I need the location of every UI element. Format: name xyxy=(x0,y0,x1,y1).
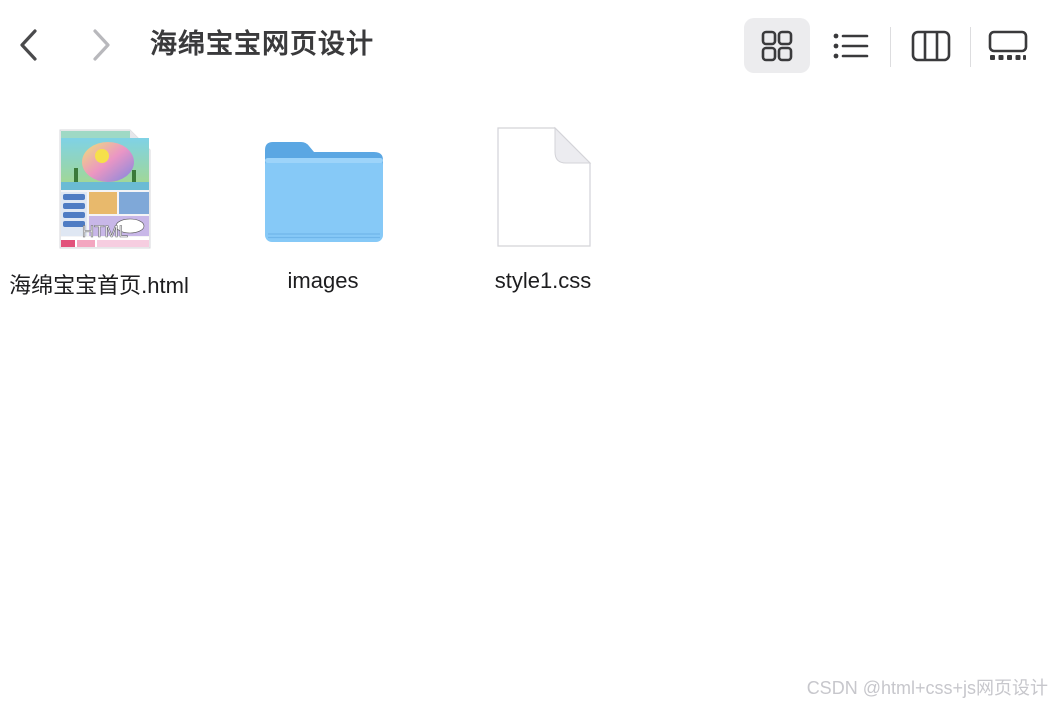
window-title: 海绵宝宝网页设计 xyxy=(150,29,374,60)
back-button[interactable] xyxy=(12,25,46,65)
grid-icon xyxy=(761,30,793,61)
toolbar-divider xyxy=(890,27,891,67)
file-name: style1.css xyxy=(494,268,592,293)
blank-document-icon xyxy=(497,126,592,247)
chevron-right-icon xyxy=(93,29,110,61)
folder-icon xyxy=(265,142,383,242)
watermark: CSDN @html+css+js网页设计 xyxy=(806,678,1048,698)
forward-button[interactable] xyxy=(84,25,118,65)
toolbar-divider xyxy=(970,27,971,67)
list-icon xyxy=(833,33,869,58)
gallery-icon xyxy=(988,30,1028,60)
file-name: 海绵宝宝首页.html xyxy=(9,273,189,298)
view-as-icons-button[interactable] xyxy=(744,18,810,73)
document-icon-wrap xyxy=(433,110,653,260)
html-badge-label: HTML xyxy=(82,222,128,241)
chevron-left-icon xyxy=(20,29,37,61)
columns-icon xyxy=(911,30,951,61)
folder-icon-wrap xyxy=(213,110,433,260)
file-item-folder[interactable]: images xyxy=(213,110,433,310)
html-document-icon: HTML xyxy=(59,129,151,249)
finder-toolbar: 海绵宝宝网页设计 xyxy=(0,0,1052,90)
file-item-document[interactable]: style1.css xyxy=(433,110,653,310)
view-as-gallery-button[interactable] xyxy=(975,18,1041,73)
view-as-columns-button[interactable] xyxy=(898,18,964,73)
file-grid: HTML 海绵宝宝首页.html images style1.css xyxy=(0,110,700,310)
file-name: images xyxy=(287,268,359,293)
file-item-html[interactable]: HTML 海绵宝宝首页.html xyxy=(0,110,212,310)
view-as-list-button[interactable] xyxy=(818,18,884,73)
html-file-icon-wrap: HTML xyxy=(0,110,212,260)
